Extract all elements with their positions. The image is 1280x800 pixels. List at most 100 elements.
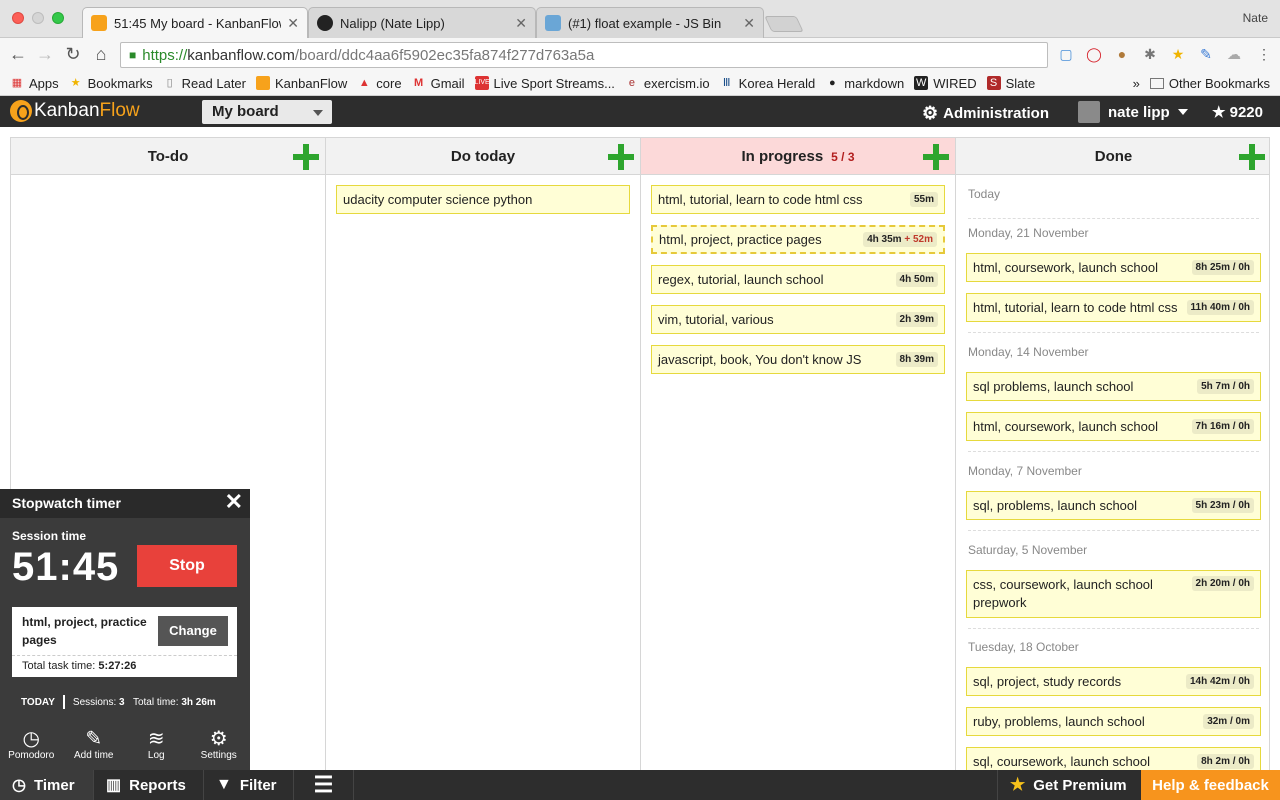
- board-selector[interactable]: My board: [202, 100, 332, 124]
- task-card[interactable]: vim, tutorial, various 2h 39m: [651, 305, 945, 334]
- points-badge[interactable]: ★ 9220: [1212, 103, 1263, 121]
- bookmark-label: Korea Herald: [738, 75, 816, 91]
- reload-icon[interactable]: ↻: [62, 44, 84, 65]
- bottom-bar: ◷ Timer ▥ Reports ▼ Filter ☰ ★ Get Premium H…: [0, 770, 1280, 800]
- timer-button[interactable]: ◷ Timer: [0, 770, 94, 800]
- column-title: In progress: [741, 148, 824, 165]
- task-card-active[interactable]: html, project, practice pages 4h 35m + 5…: [651, 225, 945, 254]
- bookmark-exercism[interactable]: e exercism.io: [625, 76, 710, 91]
- chevron-down-icon: [1177, 109, 1188, 115]
- other-bookmarks-button[interactable]: Other Bookmarks: [1169, 76, 1270, 91]
- bookmark-wired[interactable]: W WIRED: [914, 76, 977, 91]
- gmail-icon: M: [413, 77, 424, 89]
- bookmark-live-sport[interactable]: LIVE Live Sport Streams...: [474, 75, 615, 91]
- home-icon[interactable]: ⌂: [90, 44, 112, 65]
- task-time-badge: 2h 39m: [895, 312, 938, 327]
- help-feedback-button[interactable]: Help & feedback: [1141, 770, 1280, 800]
- bookmark-label: core: [376, 75, 402, 91]
- task-card[interactable]: sql problems, launch school 5h 7m / 0h: [966, 372, 1261, 401]
- browser-tab-jsbin[interactable]: (#1) float example - JS Bin ✕: [536, 7, 764, 38]
- task-card[interactable]: css, coursework, launch school prepwork …: [966, 570, 1261, 618]
- task-card[interactable]: html, tutorial, learn to code html css 5…: [651, 185, 945, 214]
- window-close-button[interactable]: [12, 12, 24, 24]
- done-date-group: Today: [968, 187, 1259, 219]
- bookmark-gmail[interactable]: M Gmail: [412, 76, 465, 91]
- task-card[interactable]: udacity computer science python: [336, 185, 630, 214]
- log-button[interactable]: ≋ Log: [125, 722, 188, 770]
- new-tab-button[interactable]: [764, 16, 804, 32]
- stop-button[interactable]: Stop: [137, 545, 237, 587]
- bookmark-label: Live Sport Streams...: [493, 75, 615, 91]
- back-arrow-icon[interactable]: ←: [7, 44, 29, 65]
- bookmark-bookmarks[interactable]: ★ Bookmarks: [69, 76, 153, 91]
- bookmark-read-later[interactable]: ▯ Read Later: [163, 76, 246, 91]
- add-task-icon[interactable]: [1239, 144, 1265, 170]
- reports-button[interactable]: ▥ Reports: [94, 770, 204, 800]
- bookmark-apps[interactable]: ▦ Apps: [10, 76, 59, 91]
- browser-tab-github[interactable]: Nalipp (Nate Lipp) ✕: [308, 7, 536, 38]
- settings-button[interactable]: ⚙ Settings: [188, 722, 251, 770]
- cloud-extension-icon[interactable]: ☁: [1225, 45, 1243, 63]
- star-icon: ★: [1212, 104, 1226, 121]
- bookmark-markdown[interactable]: ● markdown: [825, 76, 904, 91]
- task-card[interactable]: html, coursework, launch school 7h 16m /…: [966, 412, 1261, 441]
- task-card[interactable]: sql, project, study records 14h 42m / 0h: [966, 667, 1261, 696]
- window-minimize-button[interactable]: [32, 12, 44, 24]
- close-tab-icon[interactable]: ✕: [743, 15, 755, 32]
- address-bar[interactable]: ■ https:// kanbanflow.com /board/ddc4aa6…: [120, 42, 1048, 68]
- bookmark-kanbanflow[interactable]: KanbanFlow: [256, 76, 347, 91]
- task-card[interactable]: sql, coursework, launch school 8h 2m / 0…: [966, 747, 1261, 770]
- total-time-value: 3h 26m: [181, 696, 216, 708]
- get-premium-label: Get Premium: [1033, 776, 1127, 794]
- task-card[interactable]: ruby, problems, launch school 32m / 0m: [966, 707, 1261, 736]
- browser-profile-name[interactable]: Nate: [1243, 11, 1268, 25]
- task-card[interactable]: html, coursework, launch school 8h 25m /…: [966, 253, 1261, 282]
- task-card[interactable]: sql, problems, launch school 5h 23m / 0h: [966, 491, 1261, 520]
- add-task-icon[interactable]: [923, 144, 949, 170]
- forward-arrow-icon[interactable]: →: [34, 44, 56, 65]
- add-task-icon[interactable]: [608, 144, 634, 170]
- kanbanflow-icon: [256, 76, 270, 90]
- task-card[interactable]: javascript, book, You don't know JS 8h 3…: [651, 345, 945, 374]
- get-premium-button[interactable]: ★ Get Premium: [997, 770, 1141, 800]
- more-bookmarks-button[interactable]: »: [1133, 76, 1140, 91]
- task-card[interactable]: html, tutorial, learn to code html css 1…: [966, 293, 1261, 322]
- session-time-value: 51:45: [12, 545, 120, 589]
- pomodoro-button[interactable]: ◷ Pomodoro: [0, 722, 63, 770]
- kanbanflow-logo[interactable]: Kanban Flow: [10, 100, 140, 122]
- administration-link[interactable]: ⚙ Administration: [922, 103, 1049, 124]
- design-extension-icon[interactable]: ✎: [1197, 45, 1215, 63]
- close-tab-icon[interactable]: ✕: [515, 15, 527, 32]
- bookmark-slate[interactable]: S Slate: [986, 76, 1035, 91]
- user-menu[interactable]: nate lipp: [1078, 101, 1188, 123]
- bookmark-core[interactable]: ▲ core: [357, 75, 402, 91]
- timer-button-label: Timer: [33, 776, 75, 794]
- task-time-badge: 32m / 0m: [1203, 714, 1254, 729]
- filter-button[interactable]: ▼ Filter: [204, 770, 294, 800]
- menu-button[interactable]: ☰: [294, 770, 354, 800]
- browser-tab-kanbanflow[interactable]: 51:45 My board - KanbanFlow ✕: [82, 7, 308, 38]
- close-icon[interactable]: ✕: [225, 491, 243, 513]
- add-task-icon[interactable]: [293, 144, 319, 170]
- opera-extension-icon[interactable]: ◯: [1085, 45, 1103, 63]
- close-tab-icon[interactable]: ✕: [287, 15, 299, 32]
- avatar: [1078, 101, 1100, 123]
- bar-chart-icon: ▥: [106, 777, 122, 794]
- change-task-button[interactable]: Change: [158, 616, 228, 646]
- star-extension-icon[interactable]: ★: [1169, 45, 1187, 63]
- bookmark-korea-herald[interactable]: Ⅲ Korea Herald: [720, 75, 816, 91]
- task-card[interactable]: regex, tutorial, launch school 4h 50m: [651, 265, 945, 294]
- bookmark-label: Apps: [29, 75, 59, 91]
- gear-icon: ⚙: [209, 728, 228, 750]
- add-time-button[interactable]: ✎ Add time: [63, 722, 126, 770]
- task-time-badge: 7h 16m / 0h: [1191, 419, 1254, 434]
- bug-extension-icon[interactable]: ✱: [1141, 45, 1159, 63]
- window-zoom-button[interactable]: [52, 12, 64, 24]
- menu-dots-icon[interactable]: ⋮: [1255, 45, 1273, 63]
- cookie-extension-icon[interactable]: ●: [1113, 45, 1131, 63]
- extension-window-icon[interactable]: ▢: [1057, 45, 1075, 63]
- tab-title: (#1) float example - JS Bin: [568, 15, 722, 31]
- task-time-badge: 14h 42m / 0h: [1185, 674, 1254, 689]
- administration-label: Administration: [943, 105, 1049, 122]
- stopwatch-timer-panel: Stopwatch timer ✕ Session time 51:45 Sto…: [0, 489, 250, 770]
